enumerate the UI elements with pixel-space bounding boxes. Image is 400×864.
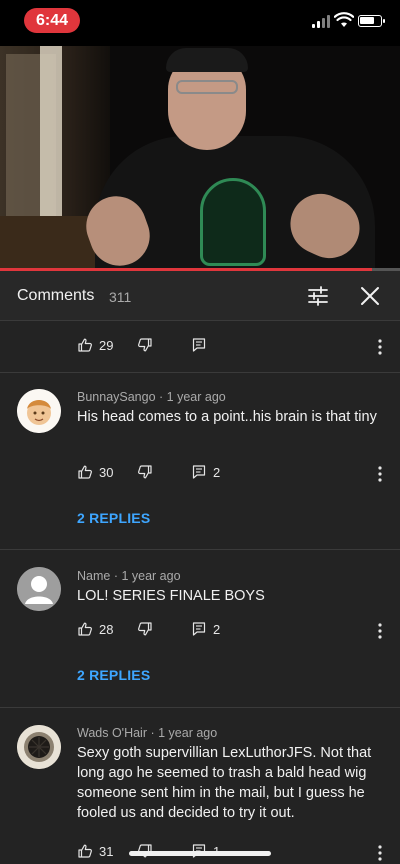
reply-button[interactable] xyxy=(191,337,207,353)
comment-item: BunnaySango · 1 year ago His head comes … xyxy=(0,373,400,550)
more-vert-icon[interactable] xyxy=(372,337,388,357)
reply-icon xyxy=(191,621,207,637)
dislike-button[interactable] xyxy=(137,621,153,637)
comment-age: 1 year ago xyxy=(158,726,218,740)
like-count: 30 xyxy=(99,464,114,480)
like-button[interactable]: 30 xyxy=(77,464,113,480)
view-replies-link[interactable]: 2 REPLIES xyxy=(77,510,150,526)
reply-button[interactable]: 2 xyxy=(191,464,220,480)
comment-item: Wads O'Hair · 1 year ago Sexy goth super… xyxy=(0,708,400,864)
status-time: 6:44 xyxy=(24,8,80,33)
shirt-cobra-logo xyxy=(200,178,266,266)
comment-author[interactable]: Name xyxy=(77,569,110,583)
wifi-icon xyxy=(334,12,354,27)
avatar[interactable] xyxy=(17,567,61,611)
comment-text: Sexy goth supervillian LexLuthorJFS. Not… xyxy=(77,745,372,821)
cellular-signal-icon xyxy=(312,14,330,28)
reply-button[interactable]: 2 xyxy=(191,621,220,637)
like-count: 31 xyxy=(99,843,114,859)
comment-text: His head comes to a point..his brain is … xyxy=(77,409,377,425)
comments-title: Comments xyxy=(17,287,95,304)
cartoon-face-avatar-icon xyxy=(17,389,61,433)
comment-age: 1 year ago xyxy=(166,390,226,404)
like-button[interactable]: 28 xyxy=(77,621,113,637)
comment-actions: 30 2 xyxy=(77,464,397,484)
reply-icon xyxy=(191,464,207,480)
battery-icon xyxy=(358,15,385,27)
like-button[interactable]: 29 xyxy=(77,337,113,353)
comment-text: LOL! SERIES FINALE BOYS xyxy=(77,588,265,604)
thumb-up-icon xyxy=(77,621,93,637)
dislike-button[interactable] xyxy=(137,464,153,480)
comment-item: 29 xyxy=(0,321,400,373)
comments-header: Comments 311 xyxy=(0,271,400,321)
home-indicator[interactable] xyxy=(129,851,271,856)
avatar[interactable] xyxy=(17,389,61,433)
more-vert-icon[interactable] xyxy=(372,843,388,863)
comment-item: Name · 1 year ago LOL! SERIES FINALE BOY… xyxy=(0,550,400,708)
status-bar: 6:44 xyxy=(0,0,400,46)
hair-logo-avatar-icon xyxy=(17,725,61,769)
reply-icon xyxy=(191,337,207,353)
reply-count: 2 xyxy=(213,621,221,637)
comment-author[interactable]: BunnaySango xyxy=(77,390,156,404)
comments-count: 311 xyxy=(109,289,132,305)
thumb-down-icon xyxy=(137,621,153,637)
thumb-up-icon xyxy=(77,464,93,480)
video-player[interactable] xyxy=(0,46,400,270)
close-icon[interactable] xyxy=(358,284,382,308)
thumb-up-icon xyxy=(77,337,93,353)
dislike-button[interactable] xyxy=(137,337,153,353)
comment-meta: BunnaySango · 1 year ago xyxy=(77,390,226,404)
comment-meta: Wads O'Hair · 1 year ago xyxy=(77,726,218,740)
view-replies-link[interactable]: 2 REPLIES xyxy=(77,667,150,683)
comment-actions: 29 xyxy=(77,337,397,357)
like-count: 29 xyxy=(99,337,114,353)
default-user-avatar-icon xyxy=(17,567,61,611)
comment-meta: Name · 1 year ago xyxy=(77,569,181,583)
thumb-down-icon xyxy=(137,464,153,480)
sort-filter-icon[interactable] xyxy=(306,284,330,308)
like-count: 28 xyxy=(99,621,114,637)
more-vert-icon[interactable] xyxy=(372,621,388,641)
avatar[interactable] xyxy=(17,725,61,769)
comment-actions: 28 2 xyxy=(77,621,397,641)
thumb-up-icon xyxy=(77,843,93,859)
more-vert-icon[interactable] xyxy=(372,464,388,484)
reply-count: 2 xyxy=(213,464,221,480)
thumb-down-icon xyxy=(137,337,153,353)
like-button[interactable]: 31 xyxy=(77,843,113,859)
comment-author[interactable]: Wads O'Hair xyxy=(77,726,147,740)
comment-age: 1 year ago xyxy=(121,569,181,583)
